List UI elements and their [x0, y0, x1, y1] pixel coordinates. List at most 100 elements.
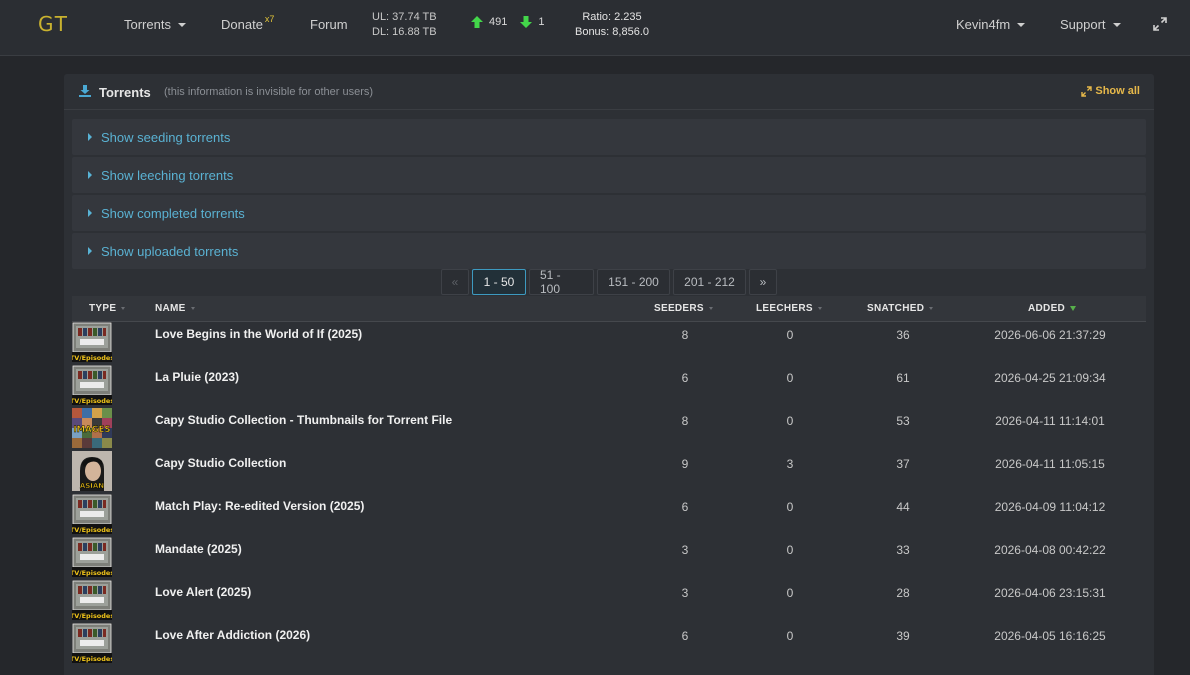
leechers-count: 0	[786, 500, 794, 514]
header-label: TYPE	[89, 303, 117, 314]
table-row: TV/Episodes Love Begins in the World of …	[72, 322, 1146, 365]
caret-right-icon	[88, 209, 92, 217]
ratio-bonus[interactable]: Ratio: 2.235 Bonus: 8,856.0	[572, 10, 652, 40]
download-total: DL: 16.88 TB	[372, 26, 437, 38]
header-label: ADDED	[1028, 303, 1066, 314]
added-date: 2026-04-09 11:04:12	[994, 500, 1106, 514]
user-menu-dropdown[interactable]: Kevin4fm	[956, 17, 1026, 32]
leechers-count: 0	[786, 328, 794, 342]
leechers-count: 0	[786, 371, 794, 385]
site-logo[interactable]: GT	[38, 12, 69, 36]
svg-text:TV/Episodes: TV/Episodes	[72, 354, 112, 362]
tv-episodes-category-icon[interactable]: TV/Episodes	[72, 580, 112, 620]
leechers-count: 0	[786, 629, 794, 643]
column-type-header[interactable]: TYPE	[89, 303, 126, 314]
support-dropdown[interactable]: Support	[1060, 17, 1121, 32]
torrent-name-link[interactable]: Capy Studio Collection	[155, 456, 286, 470]
table-header: TYPE NAME SEEDERS LEECHERS SNATCHED ADDE…	[72, 296, 1146, 322]
seeding-count: 491	[489, 16, 508, 28]
caret-right-icon	[88, 247, 92, 255]
toggle-label: Show uploaded torrents	[101, 244, 239, 259]
snatched-count: 39	[896, 629, 910, 643]
seeders-count: 6	[681, 629, 689, 643]
nav-torrents-label: Torrents	[124, 17, 171, 32]
nav-donate-link[interactable]: Donate x7	[221, 14, 274, 33]
top-navbar: GT Torrents Donate x7 Forum UL: 37.74 TB…	[0, 0, 1190, 56]
images-category-icon[interactable]: IMAGES	[72, 408, 112, 448]
tv-episodes-category-icon[interactable]: TV/Episodes	[72, 365, 112, 405]
snatched-count: 61	[896, 371, 910, 385]
leeching-count: 1	[538, 16, 545, 28]
asian-category-icon[interactable]: ASIAN	[72, 451, 112, 491]
snatched-count: 37	[896, 457, 910, 471]
chevron-down-icon	[1112, 23, 1121, 27]
arrow-up-icon	[471, 16, 483, 28]
nav-forum-label: Forum	[310, 17, 348, 32]
toggle-leeching-torrents[interactable]: Show leeching torrents	[72, 157, 1146, 193]
table-row: ASIAN Capy Studio Collection 9 3 37 2026-04-…	[72, 451, 1146, 494]
chevron-down-icon	[177, 23, 186, 27]
tv-episodes-category-icon[interactable]: TV/Episodes	[72, 322, 112, 362]
nav-donate-label: Donate	[221, 17, 263, 32]
column-snatched-header[interactable]: SNATCHED	[867, 303, 934, 314]
panel-title: Torrents	[99, 85, 151, 100]
nav-forum-link[interactable]: Forum	[310, 17, 348, 32]
column-name-header[interactable]: NAME	[155, 303, 195, 314]
header-label: SNATCHED	[867, 303, 925, 314]
page-link-201-212[interactable]: 201 - 212	[673, 269, 746, 295]
leechers-count: 3	[786, 457, 794, 471]
torrent-name-link[interactable]: Love Alert (2025)	[155, 585, 251, 599]
snatched-count: 36	[896, 328, 910, 342]
svg-text:TV/Episodes: TV/Episodes	[72, 397, 112, 405]
table-row: TV/Episodes La Pluie (2023) 6 0 61 2026-04-2…	[72, 365, 1146, 408]
torrent-name-link[interactable]: Match Play: Re-edited Version (2025)	[155, 499, 364, 513]
tv-episodes-category-icon[interactable]: TV/Episodes	[72, 494, 112, 534]
torrent-name-link[interactable]: La Pluie (2023)	[155, 370, 239, 384]
leechers-count: 0	[786, 586, 794, 600]
bonus-value: Bonus: 8,856.0	[574, 26, 649, 38]
table-row: TV/Episodes Love After Addiction (2026) 6…	[72, 623, 1146, 666]
tv-episodes-category-icon[interactable]: TV/Episodes	[72, 537, 112, 577]
pagination: « 1 - 50 51 - 100 151 - 200 201 - 212 »	[441, 268, 777, 296]
added-date: 2026-04-05 16:16:25	[994, 629, 1106, 643]
toggle-seeding-torrents[interactable]: Show seeding torrents	[72, 119, 1146, 155]
arrow-down-icon	[520, 16, 533, 28]
table-row: TV/Episodes Love Alert (2025) 3 0 28 2026-04…	[72, 580, 1146, 623]
torrent-name-link[interactable]: Capy Studio Collection - Thumbnails for …	[155, 413, 452, 427]
toggle-completed-torrents[interactable]: Show completed torrents	[72, 195, 1146, 231]
added-date: 2026-04-08 00:42:22	[994, 543, 1106, 557]
nav-torrents-dropdown[interactable]: Torrents	[124, 17, 186, 32]
show-all-link[interactable]: Show all	[1081, 85, 1140, 97]
torrent-name-link[interactable]: Mandate (2025)	[155, 542, 242, 556]
seeders-count: 6	[681, 500, 689, 514]
column-added-header[interactable]: ADDED	[1028, 303, 1077, 314]
fullscreen-expand-icon[interactable]	[1153, 17, 1167, 31]
toggle-label: Show completed torrents	[101, 206, 245, 221]
leechers-count: 0	[786, 543, 794, 557]
torrent-name-link[interactable]: Love Begins in the World of If (2025)	[155, 327, 362, 341]
svg-text:TV/Episodes: TV/Episodes	[72, 612, 112, 620]
caret-right-icon	[88, 133, 92, 141]
column-leechers-header[interactable]: LEECHERS	[756, 303, 822, 314]
pagination-next[interactable]: »	[749, 269, 777, 295]
added-date: 2026-04-11 11:14:01	[995, 414, 1105, 428]
tv-episodes-category-icon[interactable]: TV/Episodes	[72, 623, 112, 663]
header-label: NAME	[155, 303, 186, 314]
page-link-1-50[interactable]: 1 - 50	[472, 269, 526, 295]
pagination-prev[interactable]: «	[441, 269, 469, 295]
transfer-stats: UL: 37.74 TB DL: 16.88 TB	[372, 10, 437, 40]
toggle-uploaded-torrents[interactable]: Show uploaded torrents	[72, 233, 1146, 269]
peer-counts[interactable]: 491 1	[470, 15, 544, 29]
seeders-count: 8	[681, 328, 689, 342]
sort-icon	[121, 307, 126, 310]
added-date: 2026-04-11 11:05:15	[995, 457, 1105, 471]
table-row: IMAGES Capy Studio Collection - Thumbnai…	[72, 408, 1146, 451]
page-link-51-100[interactable]: 51 - 100	[529, 268, 594, 296]
torrent-name-link[interactable]: Love After Addiction (2026)	[155, 628, 310, 642]
column-seeders-header[interactable]: SEEDERS	[654, 303, 713, 314]
caret-right-icon	[88, 171, 92, 179]
added-date: 2026-06-06 21:37:29	[994, 328, 1106, 342]
page-link-151-200[interactable]: 151 - 200	[597, 269, 670, 295]
toggle-label: Show seeding torrents	[101, 130, 231, 145]
added-date: 2026-04-06 23:15:31	[994, 586, 1106, 600]
